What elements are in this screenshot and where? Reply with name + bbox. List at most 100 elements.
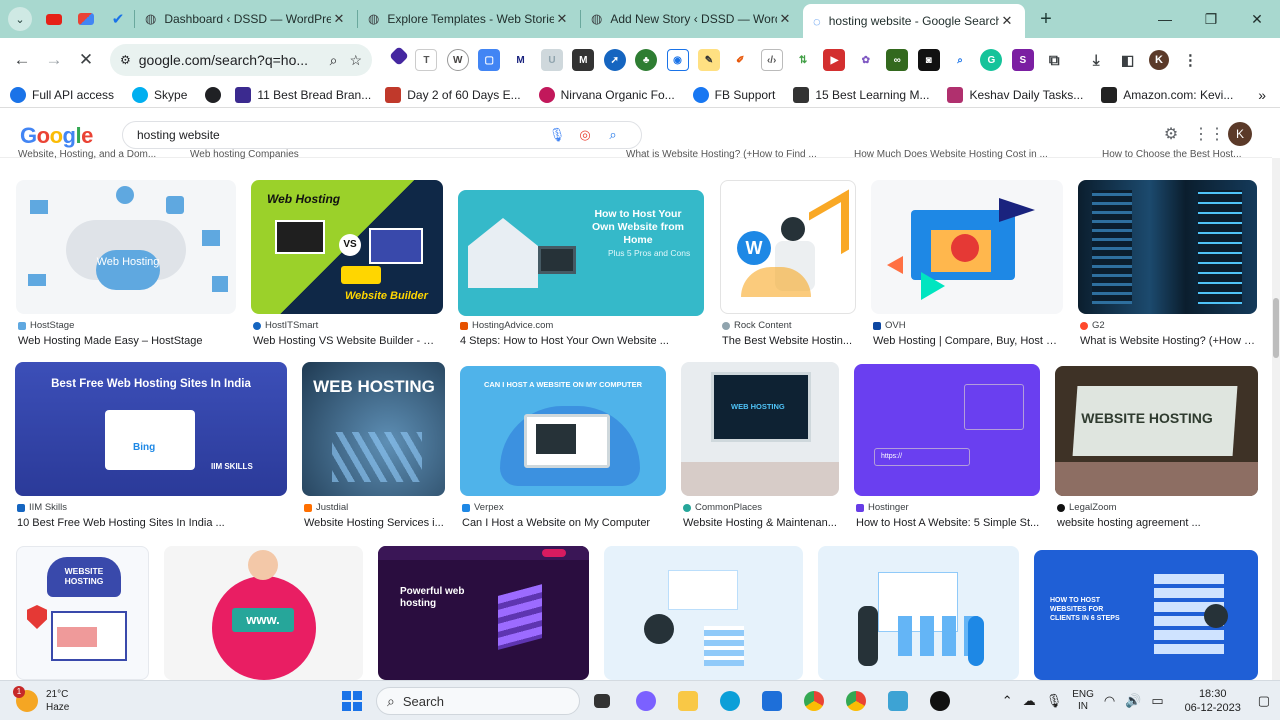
extension-icon[interactable]: ‹/› <box>760 49 783 71</box>
extension-icon[interactable]: ♣ <box>635 49 658 71</box>
image-result[interactable]: WEBSITE HOSTING LegalZoom website hostin… <box>1055 362 1258 532</box>
apps-grid-icon[interactable]: ⋮⋮ <box>1190 124 1228 144</box>
volume-icon[interactable]: 🔊 <box>1125 693 1141 709</box>
recorder-icon[interactable] <box>930 691 950 711</box>
microphone-icon[interactable]: 🎙 <box>543 127 571 143</box>
image-result[interactable]: www. <box>164 546 363 680</box>
extension-icon[interactable]: U <box>540 49 563 71</box>
result-image[interactable] <box>1078 180 1257 314</box>
result-image[interactable]: WEBSITE HOSTING <box>1055 366 1258 496</box>
clipped-title[interactable]: How to Choose the Best Host... <box>1102 149 1242 160</box>
bookmark-item[interactable]: Skype <box>132 86 187 103</box>
pinned-tab-gmail[interactable] <box>70 4 102 34</box>
result-image[interactable]: Web Hosting <box>16 180 236 314</box>
extension-icon[interactable]: ✿ <box>854 49 877 71</box>
result-source[interactable]: G2 <box>1080 320 1105 331</box>
new-tab-button[interactable]: + <box>1033 8 1059 31</box>
address-bar[interactable]: ⚙ google.com/search?q=ho... ⌕ ☆ <box>110 44 372 76</box>
chrome-icon[interactable] <box>804 691 824 711</box>
google-account-avatar[interactable]: K <box>1228 122 1252 146</box>
image-result[interactable]: CAN I HOST A WEBSITE ON MY COMPUTER Verp… <box>460 362 666 532</box>
extension-icon[interactable]: ▶ <box>823 49 846 71</box>
result-image[interactable]: CAN I HOST A WEBSITE ON MY COMPUTER <box>460 366 666 496</box>
bookmark-item[interactable] <box>205 86 227 103</box>
clipped-title[interactable]: What is Website Hosting? (+How to Find .… <box>626 149 817 160</box>
extension-icon[interactable]: ◉ <box>666 49 689 71</box>
result-title[interactable]: Web Hosting VS Website Builder - Kn... <box>253 335 441 347</box>
image-result[interactable] <box>818 546 1019 680</box>
tab-explore-templates[interactable]: ◍ Explore Templates - Web Stories ✕ <box>358 4 580 34</box>
image-result[interactable]: W Rock Content The Best Website Hostin..… <box>720 180 856 350</box>
battery-icon[interactable]: ▭ <box>1151 693 1163 709</box>
minimize-icon[interactable]: — <box>1142 11 1188 27</box>
result-source[interactable]: Hostinger <box>856 502 909 513</box>
image-result[interactable]: OVH Web Hosting | Compare, Buy, Host a .… <box>871 180 1063 350</box>
result-source[interactable]: HostStage <box>18 320 74 331</box>
scrollbar-thumb[interactable] <box>1273 298 1279 358</box>
bookmark-item[interactable]: 11 Best Bread Bran... <box>235 86 371 103</box>
bookmark-item[interactable]: FB Support <box>692 86 775 103</box>
close-icon[interactable]: ✕ <box>777 11 793 27</box>
clock[interactable]: 18:30 06-12-2023 <box>1178 687 1248 715</box>
close-icon[interactable]: ✕ <box>999 13 1015 29</box>
result-source[interactable]: Justdial <box>304 502 348 513</box>
download-icon[interactable]: ⤓ <box>1085 49 1108 71</box>
result-title[interactable]: Web Hosting Made Easy – HostStage <box>18 335 236 347</box>
result-source[interactable]: Rock Content <box>722 320 792 331</box>
bookmark-item[interactable]: Full API access <box>10 86 114 103</box>
store-icon[interactable] <box>762 691 782 711</box>
notifications-icon[interactable]: ▢ <box>1258 693 1270 709</box>
show-hidden-icons-chevron-icon[interactable]: ⌃ <box>1002 693 1013 709</box>
extension-icon[interactable]: S <box>1011 49 1034 71</box>
result-title[interactable]: Can I Host a Website on My Computer <box>462 517 666 529</box>
image-result[interactable]: WEB HOSTING CommonPlaces Website Hosting… <box>681 362 839 532</box>
result-image[interactable]: WEB HOSTING <box>681 362 839 496</box>
windows-start-icon[interactable] <box>342 691 362 711</box>
puzzle-icon[interactable]: ⧉ <box>1043 49 1066 71</box>
result-title[interactable]: What is Website Hosting? (+How t... <box>1080 335 1256 347</box>
result-image[interactable] <box>818 546 1019 680</box>
result-title[interactable]: website hosting agreement ... <box>1057 517 1257 529</box>
bookmark-star-icon[interactable]: ☆ <box>349 52 362 69</box>
extension-icon[interactable]: ✎ <box>697 49 720 71</box>
image-result[interactable]: Web Hosting HostStage Web Hosting Made E… <box>16 180 236 350</box>
menu-kebab-icon[interactable]: ⋮ <box>1179 49 1202 71</box>
zoom-icon[interactable]: ⌕ <box>330 52 338 69</box>
result-title[interactable]: 4 Steps: How to Host Your Own Website ..… <box>460 335 706 347</box>
tab-search-chevron-icon[interactable]: ⌄ <box>8 7 32 31</box>
extension-icon[interactable]: ▢ <box>478 49 501 71</box>
tab-add-new-story[interactable]: ◍ Add New Story ‹ DSSD — WordPress ✕ <box>581 4 803 34</box>
result-source[interactable]: Verpex <box>462 502 504 513</box>
chat-icon[interactable] <box>636 691 656 711</box>
restore-icon[interactable]: ❐ <box>1188 11 1234 28</box>
edge-icon[interactable] <box>720 691 740 711</box>
result-title[interactable]: Website Hosting Services i... <box>304 517 444 529</box>
lens-icon[interactable]: ◎ <box>571 127 599 143</box>
google-logo[interactable]: Google <box>20 123 93 149</box>
pinned-tab-tasks[interactable]: ✔ <box>102 4 134 34</box>
extension-icon[interactable]: M <box>572 49 595 71</box>
close-icon[interactable]: ✕ <box>331 11 347 27</box>
back-icon[interactable]: ← <box>6 50 38 70</box>
result-title[interactable]: The Best Website Hostin... <box>722 335 854 347</box>
result-title[interactable]: Web Hosting | Compare, Buy, Host a ... <box>873 335 1061 347</box>
image-result[interactable] <box>604 546 803 680</box>
grammarly-icon[interactable]: G <box>980 49 1003 71</box>
extension-icon[interactable]: M <box>509 49 532 71</box>
extension-icon[interactable]: ✐ <box>729 49 752 71</box>
image-result[interactable]: Web Hosting Website Builder VS HostITSma… <box>251 180 443 350</box>
result-image[interactable]: How to Host Your Own Website from Home P… <box>458 190 704 316</box>
image-result[interactable]: G2 What is Website Hosting? (+How t... <box>1078 180 1258 350</box>
extension-icon[interactable]: ⇅ <box>792 49 815 71</box>
taskbar-search[interactable]: ⌕ Search <box>376 687 580 715</box>
microphone-icon[interactable]: 🎙 <box>1046 693 1063 709</box>
result-source[interactable]: OVH <box>873 320 906 331</box>
extension-icon[interactable]: ⌕ <box>949 49 972 71</box>
result-image[interactable]: Best Free Web Hosting Sites In India Bin… <box>15 362 287 496</box>
more-bookmarks-icon[interactable]: » <box>1258 87 1266 103</box>
site-settings-icon[interactable]: ⚙ <box>120 53 131 67</box>
result-source[interactable]: HostITSmart <box>253 320 318 331</box>
result-source[interactable]: HostingAdvice.com <box>460 320 553 331</box>
result-image[interactable]: W <box>720 180 856 314</box>
bookmark-item[interactable]: Amazon.com: Kevi... <box>1101 86 1233 103</box>
